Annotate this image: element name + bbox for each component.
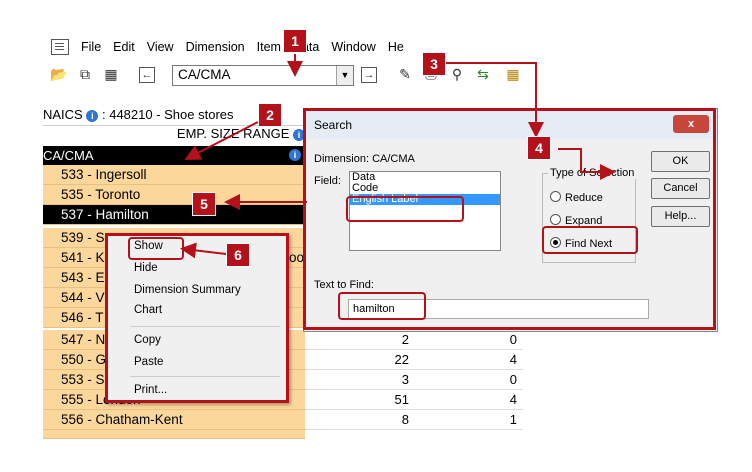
- callout-badge-1: 1: [283, 29, 307, 53]
- arrow-4: [558, 148, 616, 180]
- arrow-2: [184, 121, 259, 160]
- callout-badge-5: 5: [192, 192, 216, 216]
- callout-badge-2: 2: [258, 103, 282, 127]
- callout-badge-6: 6: [226, 243, 250, 267]
- arrow-3: [444, 62, 544, 138]
- arrow-6: [180, 242, 227, 259]
- callout-arrows: [180, 54, 616, 259]
- callout-badge-4: 4: [527, 136, 551, 160]
- callout-badge-3: 3: [422, 52, 446, 76]
